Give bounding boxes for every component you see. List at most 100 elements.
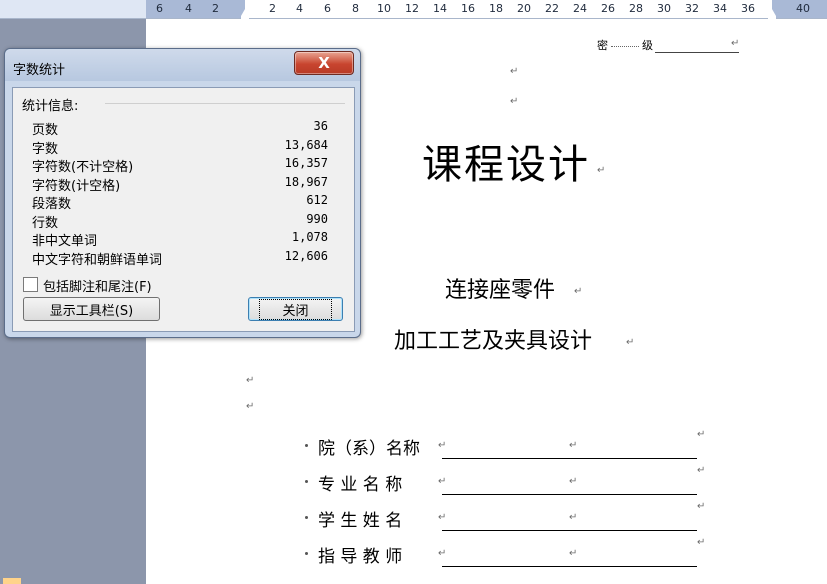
field-label: 院（系）名称 bbox=[318, 439, 420, 459]
paragraph-mark: ↵ bbox=[697, 465, 706, 476]
ruler-tick: 16 bbox=[461, 2, 475, 15]
ruler-tick: 24 bbox=[573, 2, 587, 15]
stat-label: 行数 bbox=[32, 215, 59, 231]
header-secret-grade: 密级 bbox=[597, 37, 739, 53]
dialog-close-button[interactable]: X bbox=[294, 51, 354, 75]
close-button[interactable]: 关闭 bbox=[248, 297, 343, 321]
ruler-tick: 40 bbox=[796, 2, 810, 15]
stat-value: 18,967 bbox=[284, 174, 328, 189]
paragraph-mark: ↵ bbox=[597, 165, 606, 176]
stat-value: 16,357 bbox=[284, 156, 328, 170]
dialog-body: 统计信息: 页数 36 字数 13,684 字符数(不计空格) 16,357 字… bbox=[12, 87, 355, 332]
secret-label: 密 bbox=[597, 39, 608, 52]
paragraph-mark: ↵ bbox=[438, 440, 447, 451]
stat-label: 非中文单词 bbox=[32, 234, 98, 249]
stat-row-non-chinese-words: 非中文单词 1,078 bbox=[32, 230, 328, 249]
document-subtitle-process: 加工工艺及夹具设计 bbox=[394, 329, 593, 354]
paragraph-mark: ↵ bbox=[438, 512, 447, 523]
field-fill-line[interactable] bbox=[442, 458, 697, 459]
paragraph-mark: ↵ bbox=[731, 38, 740, 49]
ruler-tick: 22 bbox=[545, 2, 559, 15]
ruler-tick: 18 bbox=[489, 2, 503, 15]
stat-value: 990 bbox=[306, 211, 328, 226]
document-subtitle-part: 连接座零件 bbox=[445, 278, 556, 303]
field-fill-line[interactable] bbox=[442, 530, 697, 531]
ruler-tick: 2 bbox=[269, 2, 276, 15]
stat-value: 1,078 bbox=[291, 230, 328, 244]
document-title: 课程设计 bbox=[422, 142, 590, 188]
paragraph-mark: ↵ bbox=[574, 286, 583, 297]
ruler-tick: 26 bbox=[601, 2, 615, 15]
stat-row-pages: 页数 36 bbox=[32, 119, 328, 138]
paragraph-mark: ↵ bbox=[510, 66, 519, 77]
stat-label: 段落数 bbox=[32, 197, 72, 212]
dialog-title: 字数统计 bbox=[13, 63, 66, 78]
ruler-tick: 32 bbox=[685, 2, 699, 15]
field-label: 学 生 姓 名 bbox=[318, 511, 403, 531]
dotted-separator bbox=[611, 45, 639, 47]
paragraph-mark: ↵ bbox=[697, 501, 706, 512]
paragraph-mark: ↵ bbox=[569, 476, 578, 487]
ruler-tick: 36 bbox=[741, 2, 755, 15]
paragraph-mark: ↵ bbox=[626, 337, 635, 348]
ruler-tick: 2 bbox=[212, 2, 219, 15]
stat-label: 字数 bbox=[32, 141, 59, 157]
paragraph-mark: ↵ bbox=[510, 96, 519, 107]
field-label: 指 导 教 师 bbox=[318, 547, 403, 567]
stat-row-chars-no-spaces: 字符数(不计空格) 16,357 bbox=[32, 156, 328, 175]
bullet-dot bbox=[305, 480, 308, 483]
grade-fill-line bbox=[655, 52, 739, 53]
horizontal-ruler[interactable]: 6 4 2 2 4 6 8 10 12 14 16 18 20 22 24 26… bbox=[0, 0, 827, 19]
left-indent-marker[interactable] bbox=[241, 9, 249, 19]
status-indicator bbox=[3, 578, 21, 584]
stat-label: 页数 bbox=[32, 123, 59, 138]
field-fill-line[interactable] bbox=[442, 566, 697, 567]
paragraph-mark: ↵ bbox=[246, 401, 255, 412]
close-icon: X bbox=[318, 54, 330, 72]
ruler-tick: 14 bbox=[433, 2, 447, 15]
bullet-dot bbox=[305, 552, 308, 555]
paragraph-mark: ↵ bbox=[569, 512, 578, 523]
stat-row-chars-with-spaces: 字符数(计空格) 18,967 bbox=[32, 174, 328, 194]
show-toolbar-label: 显示工具栏(S) bbox=[49, 303, 134, 319]
ruler-tick: 34 bbox=[713, 2, 727, 15]
paragraph-mark: ↵ bbox=[246, 375, 255, 386]
paragraph-mark: ↵ bbox=[697, 537, 706, 548]
stat-value: 13,684 bbox=[284, 137, 328, 152]
bullet-dot bbox=[305, 444, 308, 447]
bullet-dot bbox=[305, 516, 308, 519]
paragraph-mark: ↵ bbox=[569, 440, 578, 451]
stat-row-chinese-korean-words: 中文字符和朝鲜语单词 12,606 bbox=[32, 248, 328, 268]
paragraph-mark: ↵ bbox=[438, 548, 447, 559]
ruler-tick: 6 bbox=[324, 2, 331, 15]
section-divider bbox=[105, 103, 345, 104]
ruler-tick: 6 bbox=[156, 2, 163, 15]
ruler-tick: 28 bbox=[629, 2, 643, 15]
word-count-dialog: 字数统计 X 统计信息: 页数 36 字数 13,684 字符数(不计空格) 1… bbox=[4, 48, 361, 338]
stats-section-label: 统计信息: bbox=[22, 99, 79, 114]
ruler-tick: 20 bbox=[517, 2, 531, 15]
ruler-tick: 4 bbox=[296, 2, 303, 15]
stat-value: 612 bbox=[306, 193, 328, 207]
stat-row-lines: 行数 990 bbox=[32, 211, 328, 231]
stat-row-words: 字数 13,684 bbox=[32, 137, 328, 157]
ruler-tick: 30 bbox=[657, 2, 671, 15]
ruler-tick: 8 bbox=[352, 2, 359, 15]
grade-label: 级 bbox=[642, 39, 653, 52]
ruler-tick: 10 bbox=[377, 2, 391, 15]
field-fill-line[interactable] bbox=[442, 494, 697, 495]
close-button-label: 关闭 bbox=[259, 298, 332, 320]
right-indent-marker[interactable] bbox=[768, 9, 776, 19]
show-toolbar-button[interactable]: 显示工具栏(S) bbox=[23, 297, 160, 321]
stat-label: 字符数(不计空格) bbox=[32, 160, 134, 175]
stat-value: 36 bbox=[313, 119, 328, 133]
include-footnotes-label: 包括脚注和尾注(F) bbox=[43, 280, 152, 295]
paragraph-mark: ↵ bbox=[697, 429, 706, 440]
ruler-tick: 12 bbox=[405, 2, 419, 15]
include-footnotes-checkbox[interactable] bbox=[23, 277, 38, 292]
stat-label: 字符数(计空格) bbox=[32, 178, 121, 194]
stat-value: 12,606 bbox=[284, 248, 328, 263]
ruler-tick: 4 bbox=[185, 2, 192, 15]
dialog-titlebar[interactable]: 字数统计 X bbox=[5, 49, 360, 81]
paragraph-mark: ↵ bbox=[569, 548, 578, 559]
